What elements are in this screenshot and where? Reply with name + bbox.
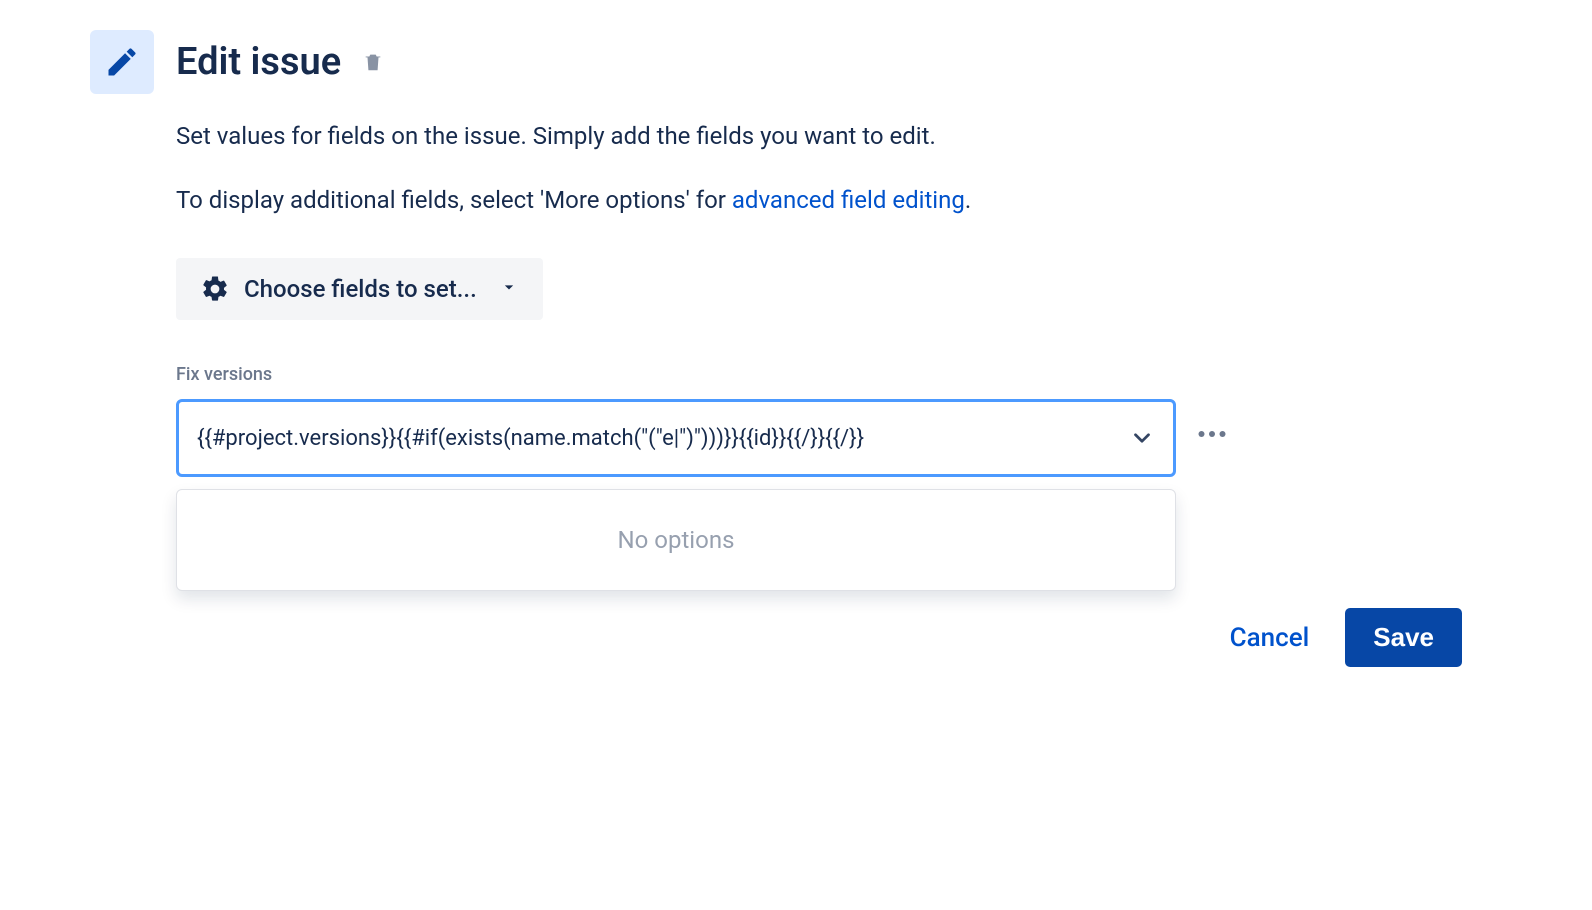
description-line2: To display additional fields, select 'Mo… xyxy=(176,182,1502,218)
trash-icon xyxy=(362,51,384,73)
description-line2-prefix: To display additional fields, select 'Mo… xyxy=(176,186,732,214)
chevron-down-icon xyxy=(1129,425,1155,451)
choose-fields-button[interactable]: Choose fields to set... xyxy=(176,258,543,320)
choose-fields-label: Choose fields to set... xyxy=(244,275,477,303)
gear-icon xyxy=(200,274,230,304)
page-title: Edit issue xyxy=(176,40,341,84)
chevron-down-icon xyxy=(499,275,519,303)
content-area: Set values for fields on the issue. Simp… xyxy=(176,118,1502,591)
more-horizontal-icon xyxy=(1194,416,1230,452)
description-line1: Set values for fields on the issue. Simp… xyxy=(176,118,1502,154)
advanced-field-editing-link[interactable]: advanced field editing xyxy=(732,186,965,214)
description-line2-suffix: . xyxy=(965,186,971,214)
fix-versions-label: Fix versions xyxy=(176,364,1502,385)
no-options-text: No options xyxy=(618,526,735,554)
field-more-button[interactable] xyxy=(1194,416,1230,452)
header-row: Edit issue xyxy=(90,30,1502,94)
fix-versions-select[interactable] xyxy=(176,399,1176,477)
fix-versions-input[interactable] xyxy=(197,426,1119,451)
pencil-icon xyxy=(104,44,140,80)
delete-button[interactable] xyxy=(359,48,387,76)
fix-versions-row xyxy=(176,399,1502,477)
footer-actions: Cancel Save xyxy=(1222,608,1462,667)
select-caret[interactable] xyxy=(1119,425,1155,451)
edit-icon-box xyxy=(90,30,154,94)
cancel-button[interactable]: Cancel xyxy=(1222,611,1318,665)
options-dropdown: No options xyxy=(176,489,1176,591)
save-button[interactable]: Save xyxy=(1345,608,1462,667)
